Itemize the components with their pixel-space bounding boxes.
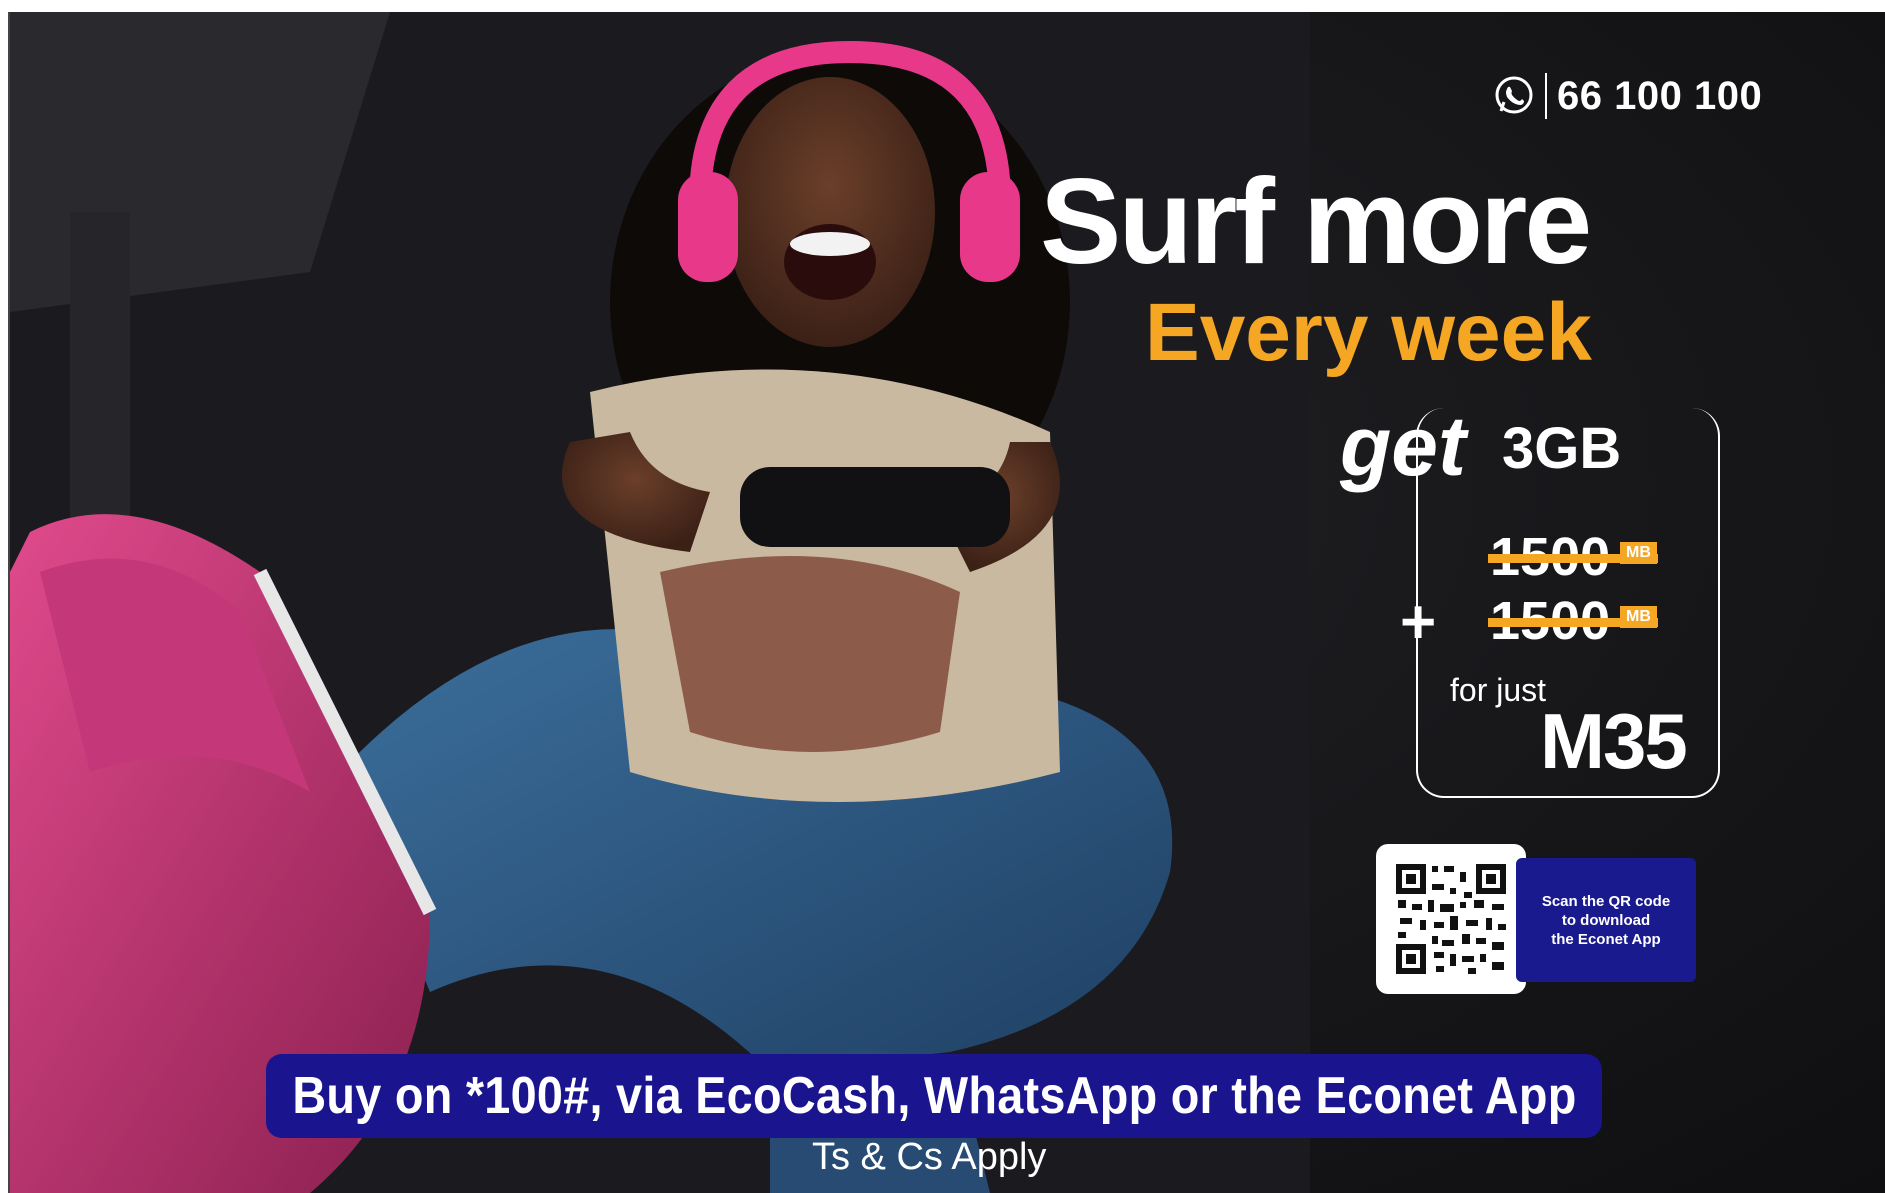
qr-instructions: Scan the QR code to download the Econet … (1516, 858, 1696, 982)
qr-code-icon (1394, 862, 1508, 976)
bundle-1-unit: MB (1620, 542, 1657, 564)
subhead: Every week (1145, 287, 1592, 378)
for-just-label: for just (1450, 672, 1547, 708)
bundle-2-unit: MB (1620, 606, 1657, 628)
offer-price: M35 (1540, 697, 1688, 785)
headline: Surf more (1040, 153, 1592, 289)
qr-text-line-3: the Econet App (1551, 930, 1661, 948)
offer-data: 3GB (1502, 416, 1622, 481)
qr-text-line-2: to download (1561, 911, 1651, 929)
offer-get: get (1340, 399, 1466, 493)
terms-text: Ts & Cs Apply (812, 1136, 1047, 1178)
offer-plus: + (1400, 588, 1437, 657)
cta-text: Buy on *100#, via EcoCash, WhatsApp or t… (291, 1067, 1577, 1125)
whatsapp-contact: 66 100 100 (1493, 66, 1762, 126)
contact-divider (1545, 73, 1547, 119)
cta-banner: Buy on *100#, via EcoCash, WhatsApp or t… (266, 1054, 1602, 1138)
contact-number: 66 100 100 (1557, 73, 1763, 118)
whatsapp-icon (1495, 76, 1533, 114)
qr-text-line-1: Scan the QR code (1541, 892, 1671, 910)
ad-poster: 66 100 100 Surf more Every week get 3GB … (10, 12, 1885, 1193)
qr-code[interactable] (1376, 844, 1526, 994)
